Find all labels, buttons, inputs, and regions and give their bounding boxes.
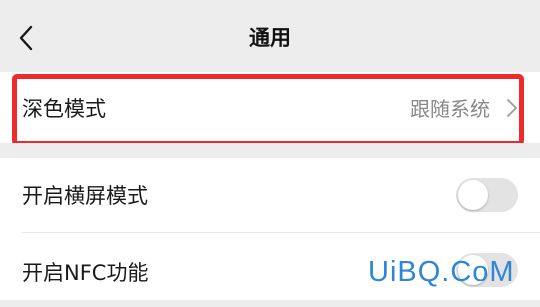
section-gap bbox=[0, 143, 540, 158]
chevron-right-icon bbox=[507, 98, 517, 117]
landscape-mode-label: 开启横屏模式 bbox=[22, 184, 148, 208]
page-title: 通用 bbox=[249, 26, 291, 50]
top-bar: 通用 bbox=[0, 0, 540, 72]
nfc-label: 开启NFC功能 bbox=[22, 261, 149, 285]
dark-mode-label: 深色模式 bbox=[22, 96, 106, 121]
dark-mode-value: 跟随系统 bbox=[410, 97, 490, 121]
landscape-mode-toggle[interactable] bbox=[456, 178, 518, 212]
watermark-logo: UiBQ.CoM bbox=[368, 256, 515, 288]
dark-mode-row[interactable]: 深色模式 跟随系统 bbox=[0, 72, 540, 143]
landscape-mode-row: 开启横屏模式 bbox=[0, 158, 540, 232]
toggle-knob bbox=[458, 180, 488, 210]
